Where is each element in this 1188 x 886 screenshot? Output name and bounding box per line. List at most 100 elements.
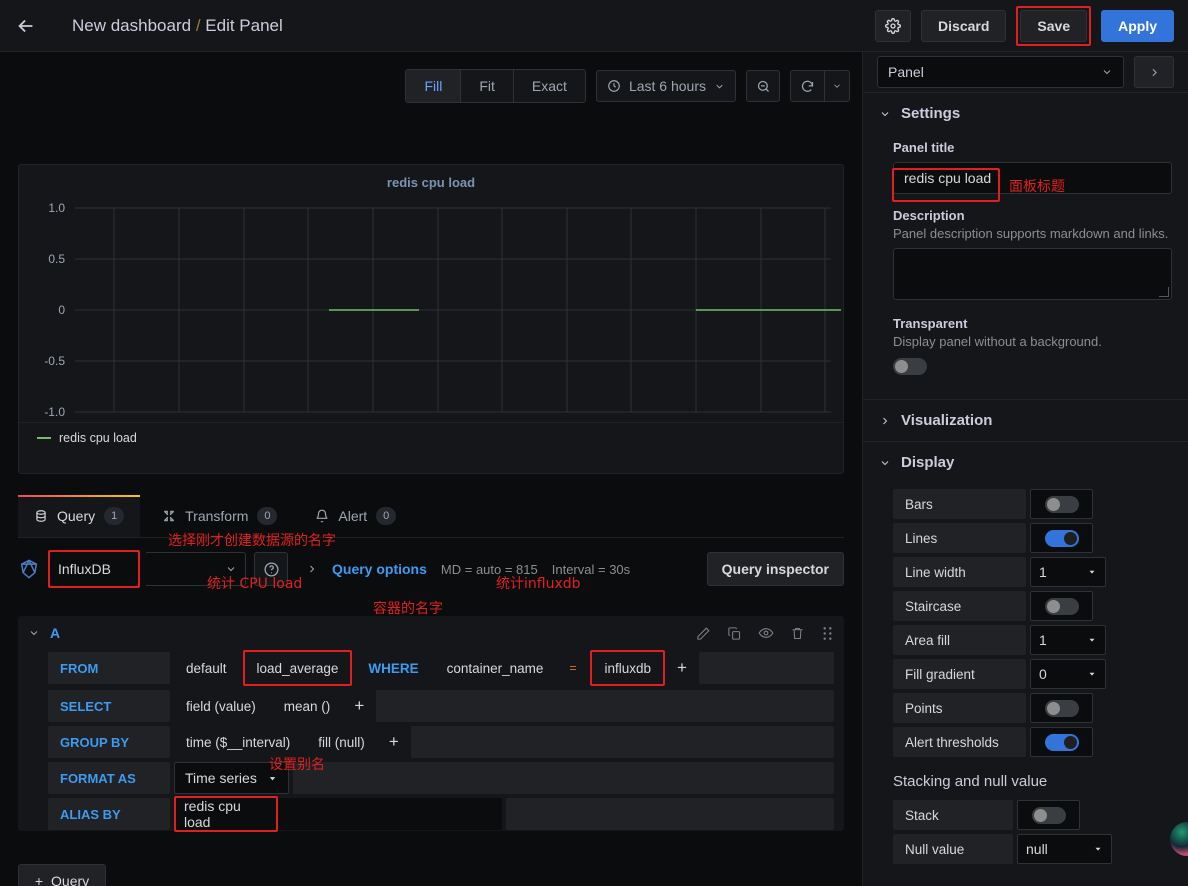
line-width-select[interactable]: 1	[1030, 557, 1106, 587]
stack-toggle[interactable]	[1032, 807, 1066, 824]
null-value-select[interactable]: null	[1017, 834, 1112, 864]
tab-query-label: Query	[57, 508, 95, 524]
influxdb-logo-icon	[18, 558, 40, 580]
segment-exact[interactable]: Exact	[514, 70, 585, 102]
where-label: WHERE	[356, 652, 430, 684]
from-label: FROM	[48, 652, 170, 684]
chevron-right-icon[interactable]	[306, 563, 318, 575]
where-add-button[interactable]: +	[669, 652, 695, 684]
from-policy-segment[interactable]: default	[174, 652, 239, 684]
options-scope-value: Panel	[888, 64, 924, 80]
description-label: Description	[893, 208, 1172, 223]
group-by-label: GROUP BY	[48, 726, 170, 758]
datasource-name: InfluxDB	[58, 561, 111, 577]
chevron-down-icon[interactable]	[28, 627, 40, 639]
staircase-toggle-wrap	[1030, 591, 1093, 621]
add-query-button[interactable]: + Query	[18, 864, 106, 886]
plot-area[interactable]: 1.0 0.5 0 -0.5 -1.0 09:00 09:30 10:00 10…	[19, 190, 845, 422]
staircase-label: Staircase	[893, 591, 1026, 621]
legend-series-label[interactable]: redis cpu load	[59, 431, 137, 445]
tab-query-count: 1	[104, 507, 124, 525]
drag-query-handle[interactable]	[821, 626, 834, 641]
breadcrumb-dashboard[interactable]: New dashboard	[72, 16, 191, 35]
apply-button[interactable]: Apply	[1101, 10, 1174, 42]
query-inspector-button[interactable]: Query inspector	[707, 552, 844, 586]
staircase-toggle[interactable]	[1045, 598, 1079, 615]
where-tag-key-segment[interactable]: container_name	[435, 652, 556, 684]
alias-by-input[interactable]: redis cpu load	[176, 798, 276, 830]
panel-settings-button[interactable]	[875, 10, 911, 42]
segment-fill[interactable]: Fill	[406, 70, 461, 102]
fill-gradient-label: Fill gradient	[893, 659, 1026, 689]
refresh-button[interactable]	[790, 70, 824, 102]
panel-preview-toolbar: Fill Fit Exact Last 6 hours	[0, 66, 862, 106]
display-row-line-width: Line width 1	[893, 557, 1172, 587]
select-add-button[interactable]: +	[346, 690, 372, 722]
options-scope-picker[interactable]: Panel	[877, 56, 1124, 88]
display-row-points: Points	[893, 693, 1172, 723]
bars-toggle[interactable]	[1045, 496, 1079, 513]
arrow-left-icon	[15, 15, 37, 37]
collapse-sidebar-button[interactable]	[1134, 56, 1174, 88]
query-options-label[interactable]: Query options	[332, 561, 427, 577]
transform-icon	[162, 509, 176, 523]
null-value-value: null	[1026, 841, 1048, 857]
annotation-alias-note: 设置别名	[269, 754, 325, 774]
points-label: Points	[893, 693, 1026, 723]
discard-button[interactable]: Discard	[921, 10, 1006, 42]
svg-text:0.5: 0.5	[48, 252, 65, 266]
fill-gradient-select[interactable]: 0	[1030, 659, 1106, 689]
alert-thresholds-toggle[interactable]	[1045, 734, 1079, 751]
back-button[interactable]	[0, 0, 52, 52]
segment-fit[interactable]: Fit	[461, 70, 514, 102]
delete-query-button[interactable]	[790, 626, 805, 641]
select-row-filler	[376, 690, 834, 722]
refresh-interval-dropdown[interactable]	[824, 70, 850, 102]
select-field-segment[interactable]: field (value)	[174, 690, 268, 722]
area-fill-select[interactable]: 1	[1030, 625, 1106, 655]
select-func-segment[interactable]: mean ()	[272, 690, 343, 722]
display-row-stack: Stack	[893, 800, 1172, 830]
lines-toggle[interactable]	[1045, 530, 1079, 547]
where-operator[interactable]: =	[559, 661, 586, 675]
legend-color-swatch	[37, 437, 51, 439]
transparent-toggle[interactable]	[893, 358, 927, 375]
description-textarea[interactable]	[893, 248, 1172, 300]
save-button[interactable]: Save	[1020, 10, 1087, 42]
duplicate-query-button[interactable]	[727, 626, 742, 641]
chevron-right-icon	[879, 415, 891, 427]
zoom-out-button[interactable]	[746, 70, 780, 102]
chevron-down-icon	[714, 81, 725, 92]
alias-by-row-filler	[506, 798, 834, 830]
group-by-add-button[interactable]: +	[381, 726, 407, 758]
chevron-down-icon	[879, 457, 891, 469]
toggle-query-visibility-button[interactable]	[758, 625, 774, 641]
section-display-title: Display	[901, 454, 954, 471]
drag-handle-icon	[821, 626, 834, 641]
datasource-picker[interactable]: InfluxDB	[50, 552, 138, 586]
bars-toggle-wrap	[1030, 489, 1093, 519]
breadcrumb: New dashboard / Edit Panel	[72, 16, 283, 36]
section-settings-header[interactable]: Settings	[863, 92, 1188, 134]
section-visualization-header[interactable]: Visualization	[863, 399, 1188, 441]
tab-transform-label: Transform	[185, 508, 248, 524]
query-row-alias-by: ALIAS BY redis cpu load	[18, 798, 844, 834]
bell-icon	[315, 509, 329, 523]
time-range-picker[interactable]: Last 6 hours	[596, 70, 736, 102]
from-measurement-segment[interactable]: load_average	[245, 652, 351, 684]
where-tag-value-segment[interactable]: influxdb	[592, 652, 663, 684]
annotation-influxdb-note: 统计influxdb	[496, 573, 581, 593]
stack-toggle-wrap	[1017, 800, 1080, 830]
panel-title-value: redis cpu load	[894, 170, 991, 186]
tab-alert-count: 0	[376, 507, 396, 525]
tab-transform-count: 0	[257, 507, 277, 525]
tab-query[interactable]: Query 1	[18, 495, 140, 537]
rename-query-button[interactable]	[696, 626, 711, 641]
display-row-fill-gradient: Fill gradient 0	[893, 659, 1172, 689]
pencil-icon	[696, 626, 711, 641]
section-visualization-title: Visualization	[901, 412, 992, 429]
section-display-header[interactable]: Display	[863, 441, 1188, 483]
points-toggle[interactable]	[1045, 700, 1079, 717]
null-value-label: Null value	[893, 834, 1013, 864]
stacking-section-title: Stacking and null value	[893, 773, 1172, 790]
